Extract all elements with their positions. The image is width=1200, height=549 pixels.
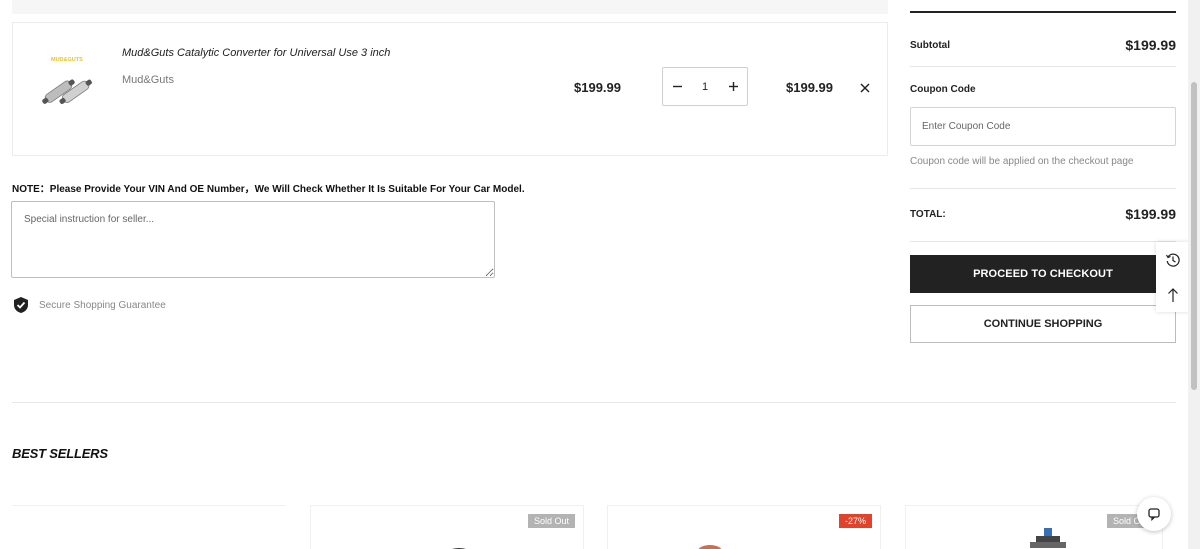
product-card[interactable]	[12, 505, 286, 549]
secure-shopping-guarantee: Secure Shopping Guarantee	[12, 296, 166, 314]
product-image	[698, 545, 722, 549]
plus-icon	[728, 82, 738, 91]
coupon-note: Coupon code will be applied on the check…	[910, 156, 1134, 167]
product-title-link[interactable]: Mud&Guts Catalytic Converter for Univers…	[122, 47, 390, 59]
unit-price: $199.99	[574, 80, 621, 95]
quantity-stepper: 1	[662, 67, 748, 106]
secure-shopping-text: Secure Shopping Guarantee	[39, 299, 166, 311]
product-card[interactable]: -27%	[607, 505, 881, 549]
coupon-code-label: Coupon Code	[910, 84, 976, 95]
sold-out-badge: Sold Out	[527, 514, 575, 528]
floating-tools	[1156, 242, 1190, 312]
product-vendor: Mud&Guts	[122, 74, 174, 86]
product-card[interactable]: Sold Out	[905, 505, 1163, 549]
discount-badge: -27%	[838, 514, 872, 528]
subtotal-label: Subtotal	[910, 40, 950, 51]
chat-icon	[1148, 508, 1160, 521]
order-note-label: NOTE：Please Provide Your VIN And OE Numb…	[12, 184, 525, 195]
coupon-code-input[interactable]	[910, 107, 1176, 146]
cart-header-strip	[12, 0, 888, 14]
summary-divider	[910, 66, 1176, 67]
arrow-up-icon	[1168, 287, 1178, 302]
product-image	[451, 548, 467, 549]
order-summary: Subtotal $199.99 Coupon Code Coupon code…	[910, 0, 1176, 360]
minus-icon	[672, 85, 682, 88]
total-value: $199.99	[1125, 206, 1176, 222]
page-scrollbar[interactable]	[1188, 0, 1200, 549]
thumb-logo-text: MUD&GUTS	[51, 57, 83, 63]
product-thumbnail[interactable]: MUD&GUTS	[39, 51, 99, 117]
continue-shopping-button[interactable]: CONTINUE SHOPPING	[910, 305, 1176, 343]
order-note-textarea[interactable]	[11, 201, 495, 278]
summary-divider	[910, 241, 1176, 242]
history-icon	[1165, 253, 1180, 267]
product-card[interactable]: Sold Out	[310, 505, 584, 549]
close-icon	[860, 83, 870, 93]
best-sellers-heading: BEST SELLERS	[12, 446, 108, 461]
section-divider	[12, 402, 1176, 403]
remove-item-button[interactable]	[858, 81, 872, 95]
subtotal-value: $199.99	[1125, 37, 1176, 53]
summary-top-rule	[910, 11, 1176, 13]
back-to-top-button[interactable]	[1161, 282, 1185, 308]
proceed-to-checkout-button[interactable]: PROCEED TO CHECKOUT	[910, 255, 1176, 293]
total-label: TOTAL:	[910, 209, 946, 220]
summary-divider	[910, 188, 1176, 189]
product-image	[1030, 528, 1066, 548]
line-total-price: $199.99	[786, 80, 833, 95]
cart-line-item: MUD&GUTS Mud&Guts Catalytic Converter fo…	[12, 22, 888, 156]
quantity-decrease-button[interactable]	[667, 73, 687, 101]
quantity-value[interactable]: 1	[702, 81, 708, 93]
chat-button[interactable]	[1137, 497, 1171, 531]
recently-viewed-button[interactable]	[1161, 247, 1185, 273]
quantity-increase-button[interactable]	[723, 73, 743, 101]
scrollbar-thumb[interactable]	[1191, 82, 1197, 390]
shield-check-icon	[14, 297, 28, 313]
